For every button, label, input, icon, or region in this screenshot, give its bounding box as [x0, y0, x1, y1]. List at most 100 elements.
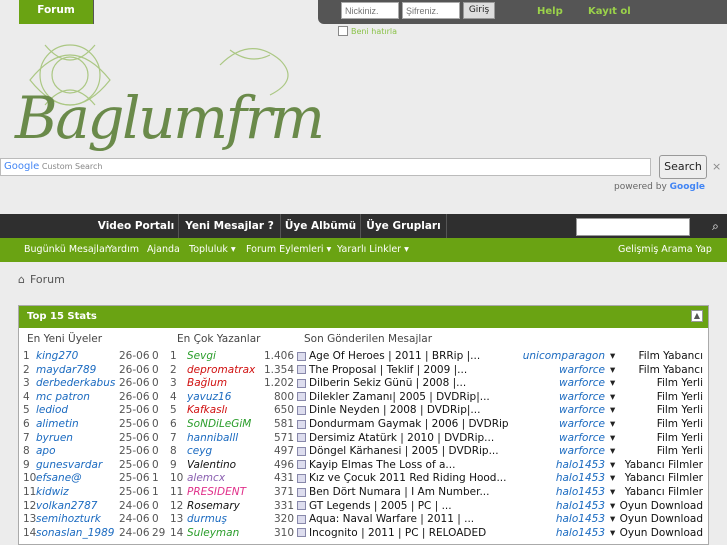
- post-category: Film Yerli: [656, 431, 703, 444]
- last-post-link[interactable]: Dersimiz Atatürk | 2010 | DVDRip...: [297, 432, 509, 446]
- post-author-link[interactable]: warforce: [489, 445, 605, 459]
- last-post-link[interactable]: Dinle Neyden | 2008 | DVDRip|...: [297, 404, 509, 418]
- new-member-link[interactable]: efsane@: [36, 472, 118, 486]
- last-post-link[interactable]: Ben Dört Numara | I Am Number...: [297, 486, 509, 500]
- post-icon: [297, 473, 306, 483]
- post-author-link[interactable]: halo1453: [489, 527, 605, 541]
- tab-video-portal[interactable]: Video Portalı: [94, 214, 179, 238]
- post-count-small: 0: [152, 499, 159, 512]
- new-member-link[interactable]: kidwiz: [36, 486, 118, 500]
- remember-me[interactable]: Beni hatırla: [338, 26, 397, 36]
- search-placeholder: Custom Search: [41, 162, 103, 171]
- site-logo[interactable]: Baglumfrm: [10, 20, 340, 160]
- join-date: 26-06: [119, 350, 150, 362]
- collapse-icon[interactable]: ▲: [691, 310, 703, 322]
- subnav-forum-actions[interactable]: Forum Eylemleri ▾: [246, 238, 331, 262]
- new-member-link[interactable]: volkan2787: [36, 500, 118, 514]
- help-link[interactable]: Help: [537, 6, 563, 17]
- new-member-link[interactable]: maydar789: [36, 364, 118, 378]
- new-member-link[interactable]: alimetin: [36, 418, 118, 432]
- last-post-link[interactable]: Incognito | 2011 | PC | RELOADED: [297, 527, 509, 541]
- last-post-link[interactable]: Kız ve Çocuk 2011 Red Riding Hood...: [297, 472, 509, 486]
- register-link[interactable]: Kayıt ol: [588, 6, 631, 17]
- new-member-link[interactable]: mc patron: [36, 391, 118, 405]
- row-number: 8: [23, 445, 30, 458]
- post-author-link[interactable]: warforce: [489, 377, 605, 391]
- poster-count: 331: [273, 499, 294, 512]
- last-post-link[interactable]: Döngel Kärhanesi | 2005 | DVDRip...: [297, 445, 509, 459]
- subnav-calendar[interactable]: Ajanda: [147, 238, 180, 262]
- poster-count: 650: [273, 404, 294, 417]
- subnav-help[interactable]: Yardım: [107, 238, 139, 262]
- post-count-small: 1: [152, 472, 159, 485]
- last-post-link[interactable]: Age Of Heroes | 2011 | BRRip |...: [297, 350, 509, 364]
- new-member-link[interactable]: gunesvardar: [36, 459, 118, 473]
- row-number: 4: [23, 390, 30, 403]
- clear-search-icon[interactable]: ×: [712, 160, 721, 173]
- poster-count: 1.202: [263, 377, 294, 390]
- tab-member-groups[interactable]: Üye Grupları: [361, 214, 447, 238]
- nav-search-input[interactable]: [576, 218, 690, 236]
- nickname-input[interactable]: [341, 2, 399, 19]
- poster-rank: 3: [170, 377, 177, 390]
- post-author-link[interactable]: halo1453: [489, 500, 605, 514]
- post-author-link[interactable]: halo1453: [489, 513, 605, 527]
- tab-member-album[interactable]: Üye Albümü: [281, 214, 361, 238]
- post-category: Yabancı Filmler: [624, 486, 703, 498]
- post-icon: [297, 365, 306, 375]
- post-count-small: 0: [152, 377, 159, 390]
- poster-count: 1.354: [263, 363, 294, 376]
- password-input[interactable]: [402, 2, 460, 19]
- post-author-link[interactable]: halo1453: [489, 472, 605, 486]
- last-post-link[interactable]: The Proposal | Teklif | 2009 |...: [297, 364, 509, 378]
- post-author-link[interactable]: halo1453: [489, 486, 605, 500]
- poster-rank: 6: [170, 418, 177, 430]
- post-icon: [297, 378, 306, 388]
- row-number: 13: [23, 513, 37, 526]
- post-author-link[interactable]: warforce: [489, 404, 605, 418]
- new-member-link[interactable]: apo: [36, 445, 118, 459]
- login-button[interactable]: Giriş: [463, 2, 495, 19]
- last-post-link[interactable]: Dilekler Zamanı| 2005 | DVDRip|...: [297, 391, 509, 405]
- subnav-useful-links-label: Yararlı Linkler: [337, 244, 402, 255]
- post-author-link[interactable]: warforce: [489, 418, 605, 432]
- last-post-link[interactable]: GT Legends | 2005 | PC | ...: [297, 500, 509, 514]
- last-post-link[interactable]: Dondurmam Gaymak | 2006 | DVDRip...: [297, 418, 509, 432]
- tab-new-posts[interactable]: Yeni Mesajlar ?: [179, 214, 281, 238]
- join-date: 26-06: [119, 390, 150, 403]
- subnav-community[interactable]: Topluluk ▾: [189, 238, 236, 262]
- breadcrumb-forum[interactable]: Forum: [30, 273, 65, 286]
- new-member-link[interactable]: king270: [36, 350, 118, 364]
- last-post-link[interactable]: Dilberin Sekiz Günü | 2008 |...: [297, 377, 509, 391]
- stats-row: 2 maydar789 26-06 0 2 depromatrax 1.354 The Pro…: [19, 364, 709, 378]
- poster-rank: 1: [170, 350, 177, 362]
- home-icon[interactable]: ⌂: [18, 273, 25, 286]
- post-category: Oyun Download: [619, 499, 703, 512]
- col-top-posters: En Çok Yazanlar: [177, 333, 261, 345]
- post-author-link[interactable]: halo1453: [489, 459, 605, 473]
- post-count-small: 1: [152, 486, 159, 498]
- last-post-link[interactable]: Aqua: Naval Warfare | 2011 | ...: [297, 513, 509, 527]
- new-member-link[interactable]: lediod: [36, 404, 118, 418]
- post-author-link[interactable]: unicomparagon: [489, 350, 605, 364]
- stats-row: 10 efsane@ 25-06 1 10 alemcx 431 Kız ve Çocuk 2…: [19, 472, 709, 486]
- subnav-todays-posts[interactable]: Bugünkü Mesajlar: [24, 238, 109, 262]
- search-button[interactable]: Search: [659, 155, 707, 179]
- breadcrumb: ⌂ Forum: [18, 273, 65, 286]
- last-post-link[interactable]: Kayip Elmas The Loss of a...: [297, 459, 509, 473]
- post-count-small: 0: [152, 350, 159, 362]
- subnav-useful-links[interactable]: Yararlı Linkler ▾: [337, 238, 409, 262]
- subnav-advanced-search[interactable]: Gelişmiş Arama Yap: [618, 238, 712, 262]
- post-author-link[interactable]: warforce: [489, 364, 605, 378]
- new-member-link[interactable]: sonaslan_1989: [36, 527, 118, 541]
- tab-forum[interactable]: Forum: [19, 0, 94, 24]
- custom-search-input[interactable]: Google Custom Search: [0, 158, 651, 176]
- poster-count: 571: [273, 431, 294, 444]
- new-member-link[interactable]: semihozturk: [36, 513, 118, 527]
- new-member-link[interactable]: derbederkabus: [36, 377, 118, 391]
- new-member-link[interactable]: byruen: [36, 432, 118, 446]
- post-count-small: 0: [152, 431, 159, 444]
- post-author-link[interactable]: warforce: [489, 391, 605, 405]
- search-icon[interactable]: ⌕: [704, 214, 727, 238]
- post-author-link[interactable]: warforce: [489, 432, 605, 446]
